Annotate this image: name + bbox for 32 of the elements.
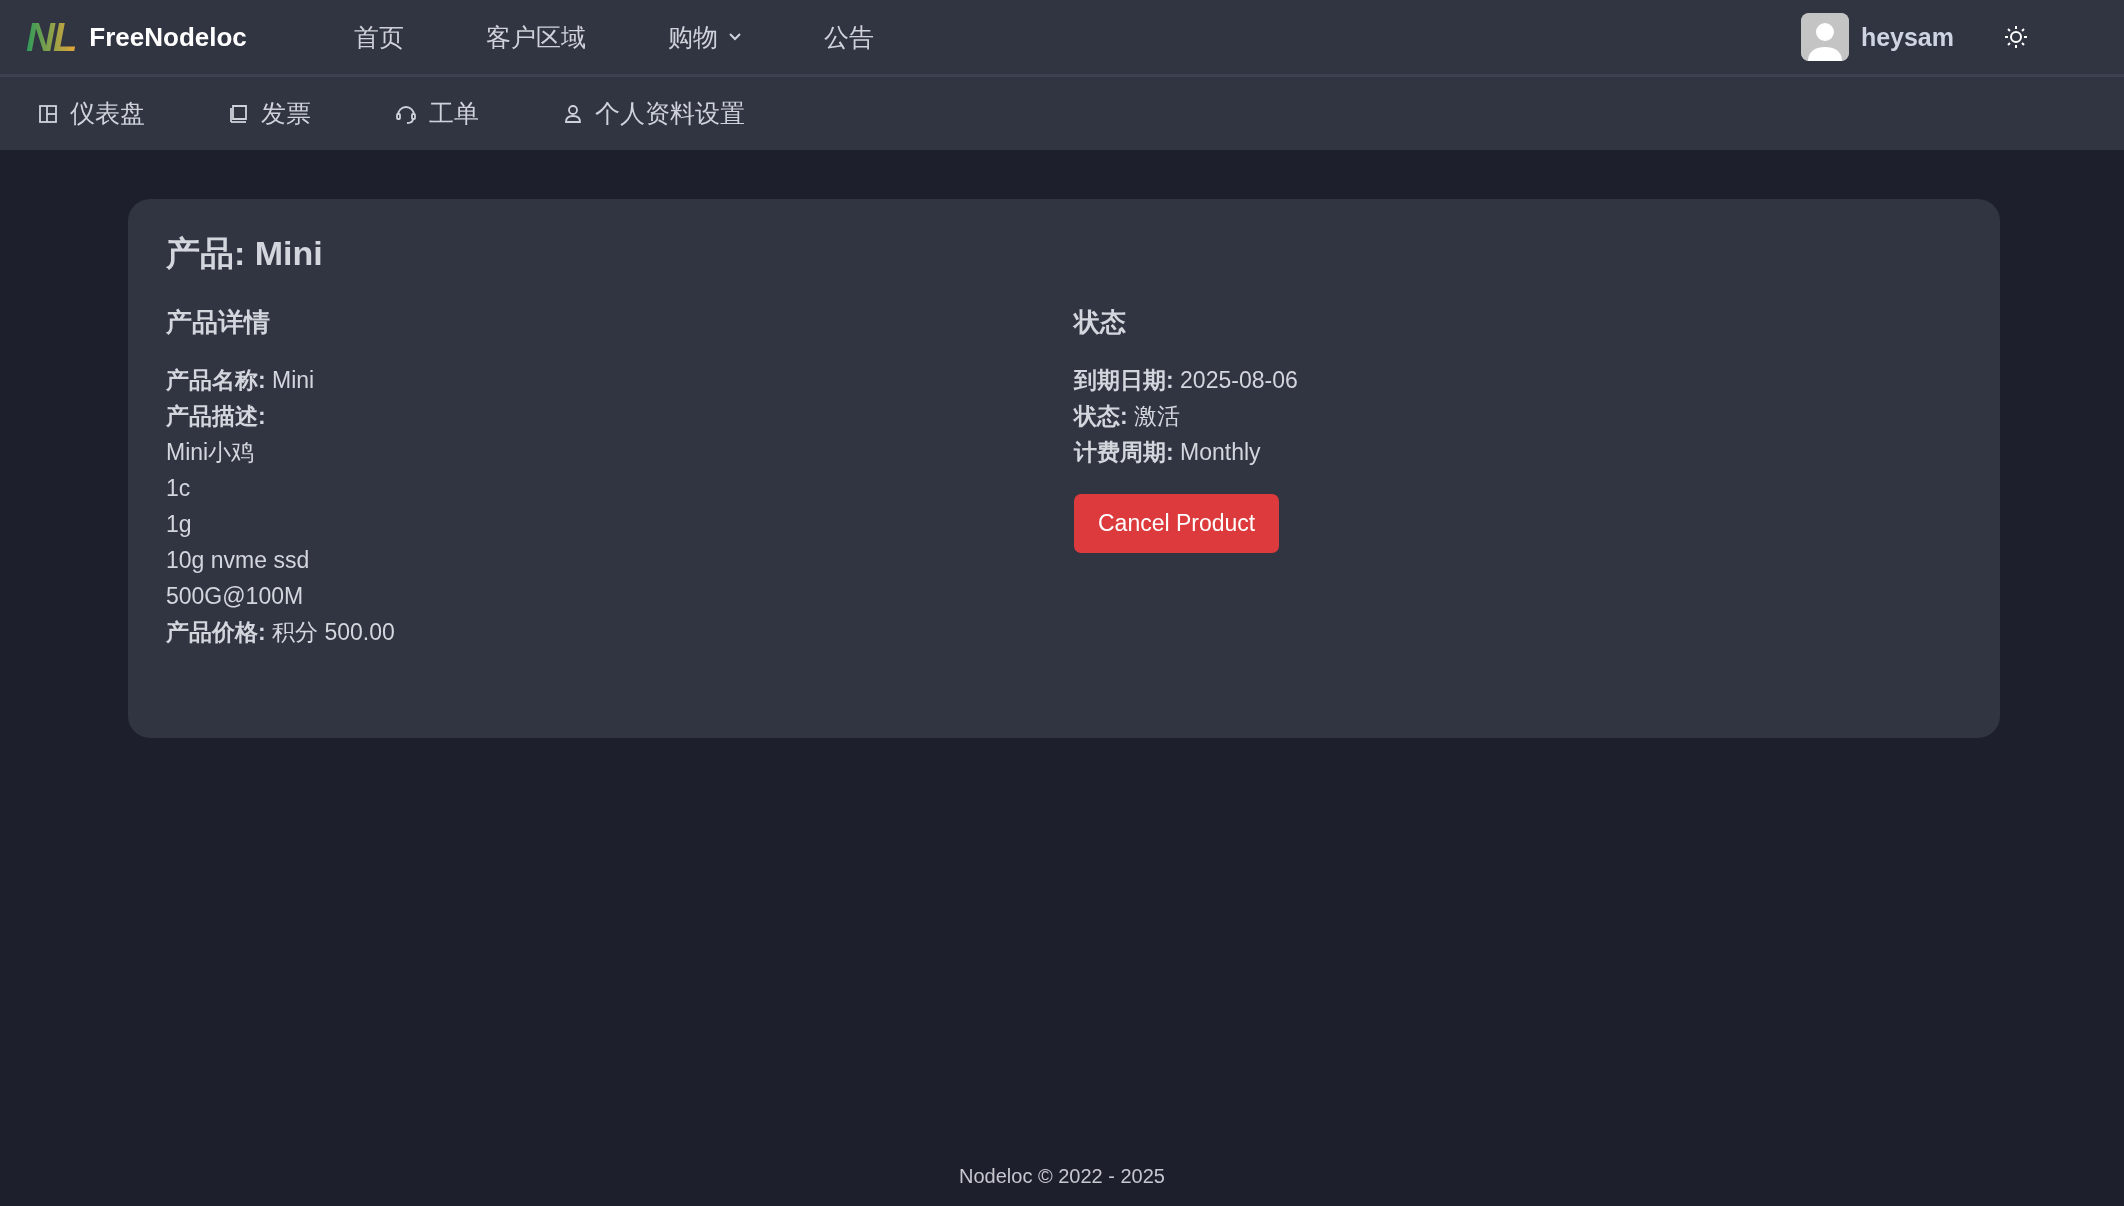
subnav-link[interactable]: 发票 [229,97,311,130]
nav-link[interactable]: 首页 [312,20,445,54]
description-line: Mini小鸡 [166,438,256,467]
nav-link[interactable]: 购物 [626,20,783,54]
description-line: 1g [166,510,193,539]
description-line: 500G@100M [166,582,305,611]
cancel-product-button[interactable]: Cancel Product [1074,494,1280,553]
section-heading: 产品详情 [166,306,271,339]
page-title: 产品: Mini [166,233,324,274]
detail-line: 状态: 激活 [1074,402,1182,431]
detail-line: 到期日期: 2025-08-06 [1074,366,1299,395]
detail-line: 计费周期: Monthly [1074,438,1262,467]
footer-text: Nodeloc © 2022 - 2025 [958,1165,1166,1188]
avatar-icon[interactable] [1800,13,1849,61]
user-icon [563,103,583,124]
subnav-link[interactable]: 工单 [395,97,479,130]
detail-line: 产品名称: Mini [166,366,316,395]
subnav-link[interactable]: 仪表盘 [38,97,145,130]
nav-link[interactable]: 公告 [782,20,915,54]
detail-line: 产品价格: 积分 500.00 [166,618,396,647]
section-heading: 状态 [1074,306,1127,339]
subnav-link[interactable]: 个人资料设置 [563,97,745,130]
chevron-down-icon [727,32,742,42]
username[interactable]: heysam [1860,22,1954,52]
nav-link[interactable]: 客户区域 [444,20,627,54]
sun-icon[interactable] [2004,25,2028,49]
description-line: 10g nvme ssd [166,546,311,575]
dashboard-icon [38,103,58,124]
book-icon [229,103,249,124]
description-line: 1c [166,474,192,503]
brand-name[interactable]: FreeNodeloc [89,21,247,53]
detail-line: 产品描述: [166,402,267,431]
